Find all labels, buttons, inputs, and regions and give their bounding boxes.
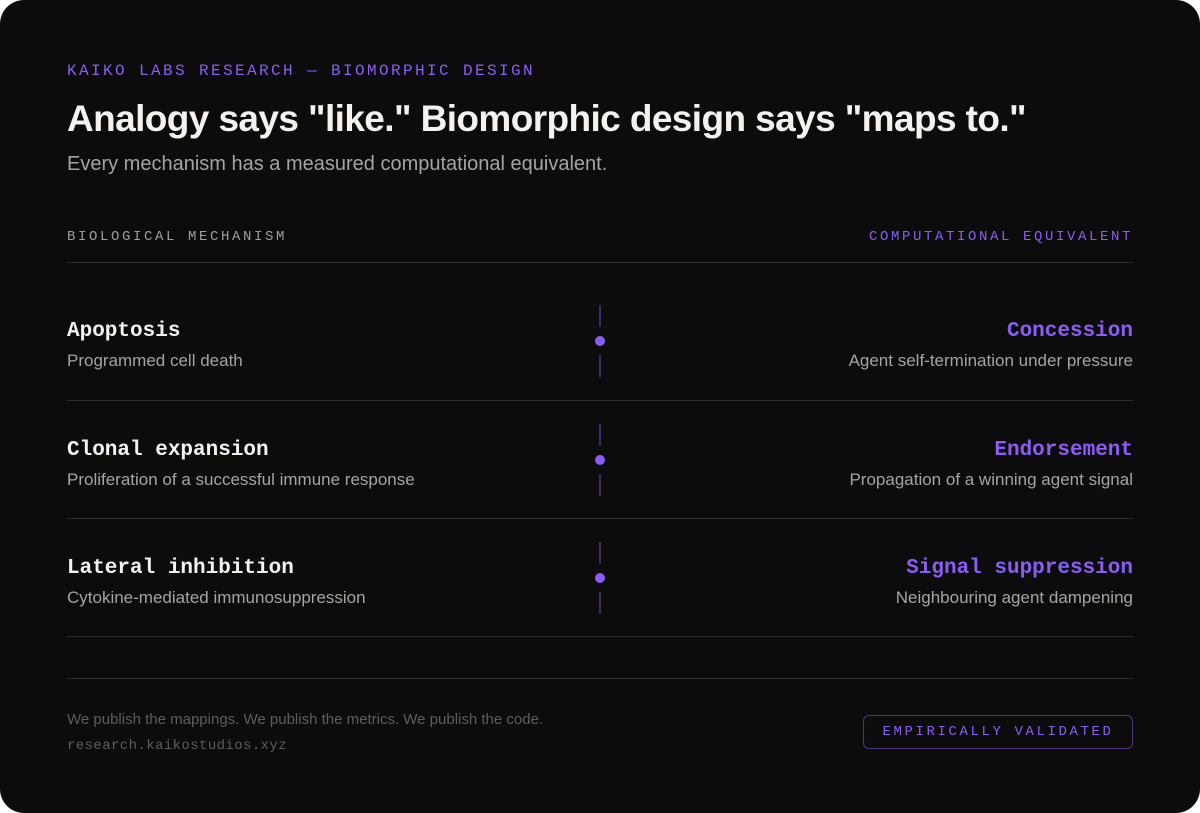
computational-equivalent-description: Agent self-termination under pressure bbox=[848, 351, 1133, 370]
computational-equivalent-name: Endorsement bbox=[994, 439, 1133, 462]
footer-divider bbox=[67, 678, 1133, 679]
dot-connector-icon bbox=[595, 424, 605, 496]
row-divider bbox=[67, 400, 1133, 401]
mapping-row: Apoptosis Programmed cell death Concessi… bbox=[67, 305, 1133, 423]
computational-equivalent-description: Neighbouring agent dampening bbox=[895, 588, 1133, 607]
biological-mechanism-name: Apoptosis bbox=[67, 320, 181, 343]
page-title: Analogy says "like." Biomorphic design s… bbox=[67, 98, 1027, 139]
validation-badge: EMPIRICALLY VALIDATED bbox=[863, 715, 1133, 749]
row-divider bbox=[67, 636, 1133, 637]
page-subtitle: Every mechanism has a measured computati… bbox=[67, 153, 608, 175]
footer-url-link[interactable]: research.kaikostudios.xyz bbox=[67, 738, 287, 754]
column-header-computational: COMPUTATIONAL EQUIVALENT bbox=[868, 229, 1133, 245]
research-card: KAIKO LABS RESEARCH — BIOMORPHIC DESIGN … bbox=[0, 0, 1200, 813]
column-header-biological: BIOLOGICAL MECHANISM bbox=[67, 229, 288, 245]
row-divider bbox=[67, 518, 1133, 519]
biological-mechanism-name: Clonal expansion bbox=[67, 439, 269, 462]
biological-mechanism-description: Cytokine-mediated immunosuppression bbox=[67, 588, 366, 607]
biological-mechanism-description: Proliferation of a successful immune res… bbox=[67, 470, 415, 489]
header-divider bbox=[67, 262, 1133, 263]
eyebrow-label: KAIKO LABS RESEARCH — BIOMORPHIC DESIGN bbox=[67, 62, 536, 80]
computational-equivalent-name: Concession bbox=[1006, 320, 1133, 343]
mapping-row: Clonal expansion Proliferation of a succ… bbox=[67, 424, 1133, 542]
dot-connector-icon bbox=[595, 542, 605, 614]
biological-mechanism-name: Lateral inhibition bbox=[67, 557, 294, 580]
mapping-row: Lateral inhibition Cytokine-mediated imm… bbox=[67, 542, 1133, 660]
dot-connector-icon bbox=[595, 305, 605, 377]
footer-tagline: We publish the mappings. We publish the … bbox=[67, 711, 544, 728]
biological-mechanism-description: Programmed cell death bbox=[67, 351, 243, 370]
computational-equivalent-description: Propagation of a winning agent signal bbox=[849, 470, 1133, 489]
computational-equivalent-name: Signal suppression bbox=[906, 557, 1133, 580]
